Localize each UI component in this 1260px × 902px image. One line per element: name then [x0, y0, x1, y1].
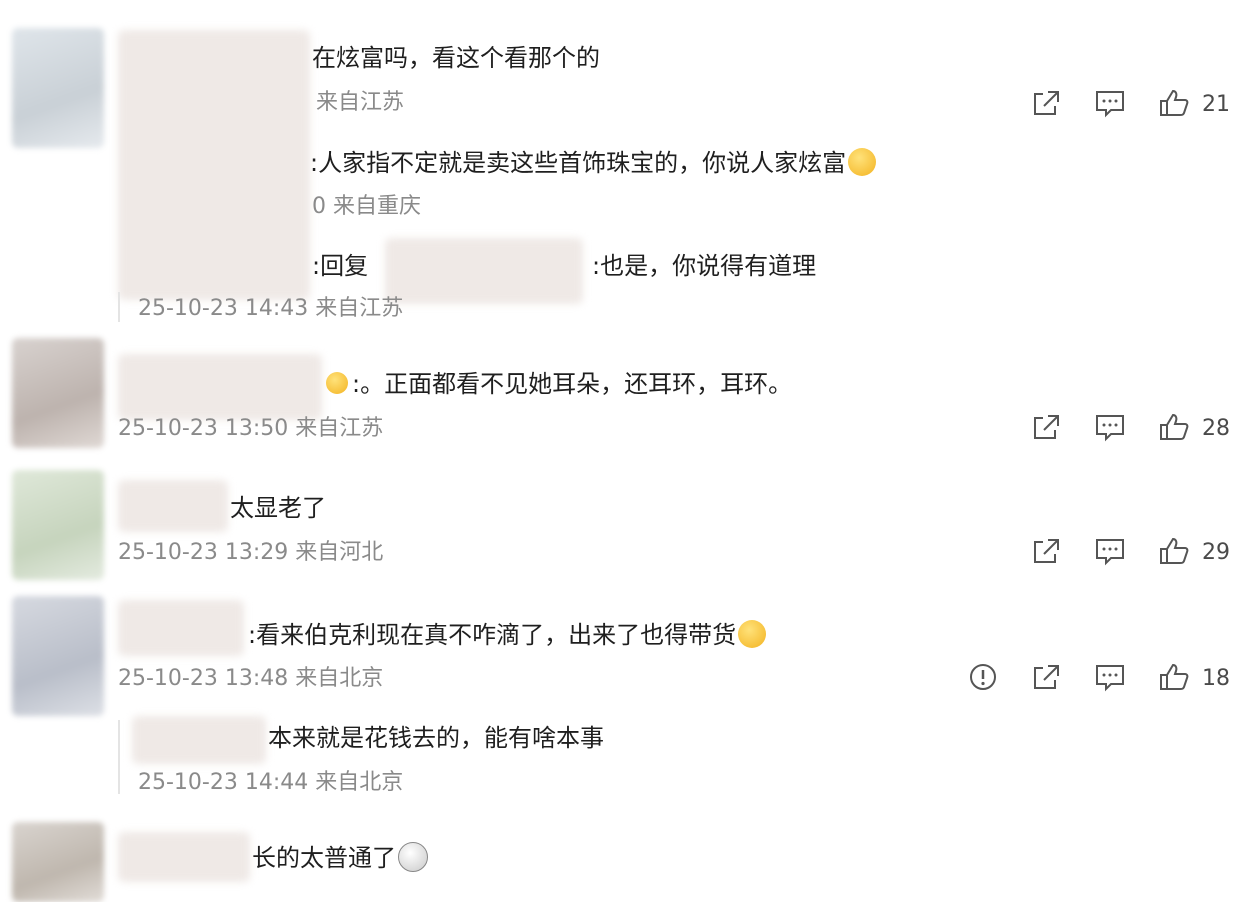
comment-feed: 在炫富吗，看这个看那个的 来自江苏 21 :人家指不定就是卖这些首饰珠宝的，你说… — [0, 0, 1260, 902]
gift-emoji — [326, 372, 348, 394]
comment-actions: 21 — [1000, 88, 1260, 122]
thumbs-up-icon[interactable] — [1158, 536, 1190, 566]
comment-content: :看来伯克利现在真不咋滴了，出来了也得带货 — [248, 621, 737, 649]
reply-meta: 25-10-23 14:44 来自北京 — [138, 770, 404, 795]
comment-text: 太显老了 — [230, 494, 326, 522]
reply-meta: 25-10-23 14:43 来自江苏 — [138, 296, 404, 321]
report-icon[interactable] — [968, 662, 998, 692]
comment-icon[interactable] — [1094, 412, 1126, 442]
comment-meta: 来自江苏 — [316, 90, 405, 115]
redacted-username — [118, 832, 250, 882]
reply-text: :人家指不定就是卖这些首饰珠宝的，你说人家炫富 — [310, 148, 877, 178]
share-icon[interactable] — [1030, 88, 1062, 118]
share-icon[interactable] — [1030, 412, 1062, 442]
avatar[interactable] — [12, 338, 104, 448]
comment-text: 长的太普通了 — [252, 842, 428, 874]
comment-actions: 29 — [1000, 536, 1260, 570]
like-count: 21 — [1202, 92, 1230, 117]
shocked-emoji — [398, 842, 428, 872]
comment-text: 在炫富吗，看这个看那个的 — [312, 44, 600, 72]
comment-text: :看来伯克利现在真不咋滴了，出来了也得带货 — [248, 620, 767, 650]
avatar[interactable] — [12, 596, 104, 716]
thumbs-up-icon[interactable] — [1158, 662, 1190, 692]
like-count: 18 — [1202, 666, 1230, 691]
redacted-username — [132, 716, 266, 764]
reply-content: :人家指不定就是卖这些首饰珠宝的，你说人家炫富 — [310, 149, 847, 177]
reply-prefix: :回复 — [312, 252, 369, 280]
redacted-username — [385, 238, 583, 304]
share-icon[interactable] — [1030, 662, 1062, 692]
laughing-crying-emoji — [848, 148, 877, 176]
avatar[interactable] — [12, 470, 104, 580]
avatar[interactable] — [12, 28, 104, 148]
redacted-username — [118, 600, 244, 656]
like-count: 29 — [1202, 540, 1230, 565]
comment-icon[interactable] — [1094, 536, 1126, 566]
like-count: 28 — [1202, 416, 1230, 441]
reply-meta: 0 来自重庆 — [312, 194, 421, 219]
thumbs-up-icon[interactable] — [1158, 88, 1190, 118]
comment-meta: 25-10-23 13:29 来自河北 — [118, 540, 384, 565]
thumbs-up-icon[interactable] — [1158, 412, 1190, 442]
avatar[interactable] — [12, 822, 104, 902]
share-icon[interactable] — [1030, 536, 1062, 566]
comment-actions: 28 — [1000, 412, 1260, 446]
comment-icon[interactable] — [1094, 88, 1126, 118]
reply-text: 本来就是花钱去的，能有啥本事 — [268, 724, 604, 752]
dog-emoji — [738, 620, 767, 648]
redacted-username — [118, 30, 310, 300]
comment-content: 长的太普通了 — [252, 844, 396, 872]
redacted-username — [118, 354, 322, 420]
comment-icon[interactable] — [1094, 662, 1126, 692]
comment-meta: 25-10-23 13:48 来自北京 — [118, 666, 384, 691]
comment-actions: 18 — [1000, 662, 1260, 696]
redacted-username — [118, 480, 228, 532]
reply-text: :也是，你说得有道理 — [592, 252, 817, 280]
comment-text: :。正面都看不见她耳朵，还耳环，耳环。 — [352, 370, 793, 398]
reply-indent-bar — [118, 720, 120, 794]
reply-indent-bar — [118, 292, 120, 322]
comment-meta: 25-10-23 13:50 来自江苏 — [118, 416, 384, 441]
